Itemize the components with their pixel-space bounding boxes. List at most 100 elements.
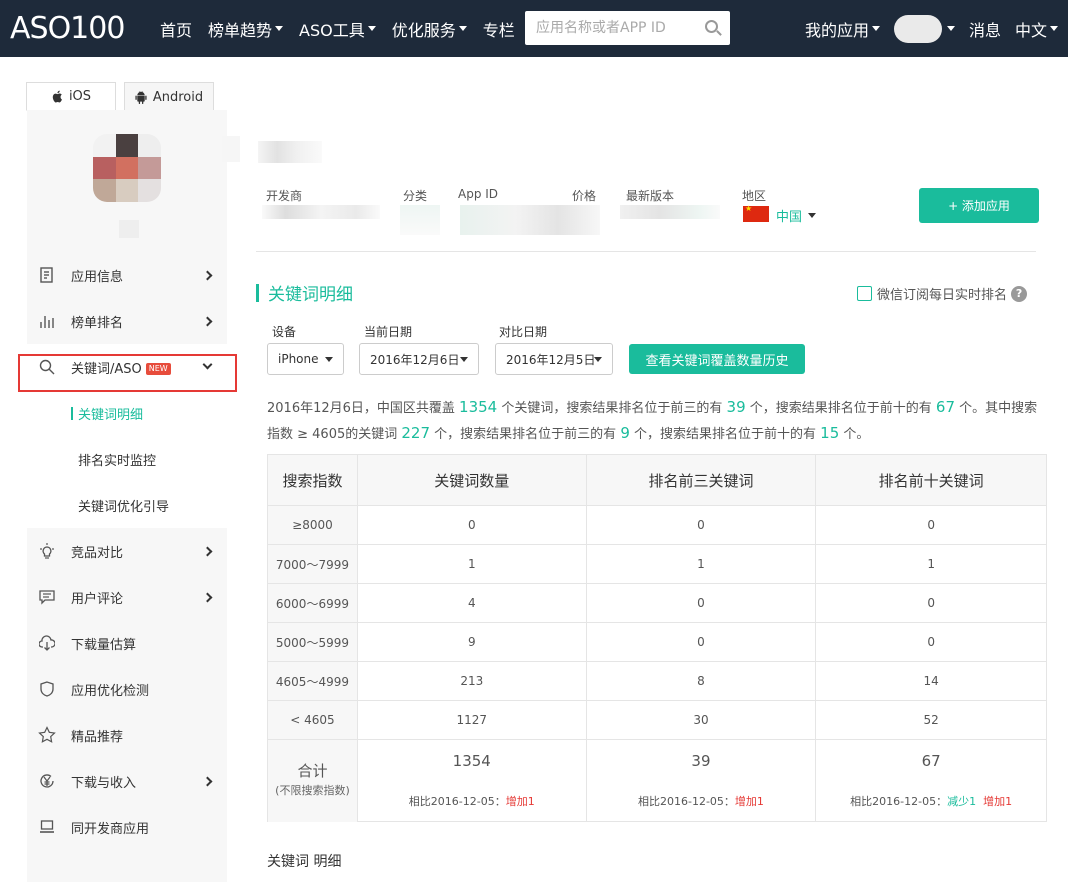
user-menu[interactable] [893, 14, 955, 43]
chevron-down-icon [275, 26, 284, 31]
compare-date-value: 2016年12月5日 [506, 352, 596, 367]
keyword-summary: 2016年12月6日，中国区共覆盖 1354 个关键词，搜索结果排名位于前三的有… [267, 395, 1039, 447]
search-input[interactable] [525, 13, 695, 43]
tab-android[interactable]: Android [124, 82, 214, 111]
aso100-logo[interactable]: ASO100 [10, 11, 125, 46]
device-label: 设备 [272, 325, 297, 339]
summary-total-keywords: 1354 [459, 398, 498, 416]
chevron-down-icon [871, 26, 880, 31]
sidebar-item-same-developer[interactable]: 同开发商应用 [27, 804, 227, 850]
caret-down-icon [460, 357, 468, 362]
subitem-label: 关键词优化引导 [78, 499, 170, 515]
region-select[interactable]: 中国 [776, 206, 817, 225]
subitem-label: 排名实时监控 [78, 453, 157, 469]
wechat-subscribe[interactable]: 微信订阅每日实时排名 ? [857, 284, 1028, 303]
table-cell: 0 [815, 505, 1047, 545]
device-select[interactable]: iPhone [267, 343, 344, 375]
table-cell: ≥8000 [267, 505, 358, 545]
messages-link[interactable]: 消息 [969, 17, 1001, 41]
nav-home-label: 首页 [160, 20, 193, 40]
sidebar-item-featured[interactable]: 精品推荐 [27, 712, 227, 758]
app-id-label: App ID [458, 187, 499, 201]
current-date-select[interactable]: 2016年12月6日 [359, 343, 479, 375]
main-nav: 首页 榜单趋势 ASO工具 优化服务 专栏 [160, 0, 531, 57]
sidebar-item-chart-rank[interactable]: 榜单排名 [27, 298, 227, 344]
nav-chart-trends[interactable]: 榜单趋势 [208, 17, 284, 41]
region-value: 中国 [776, 210, 803, 225]
sidebar-item-app-info[interactable]: 应用信息 [27, 252, 227, 298]
column-header: 排名前十关键词 [815, 454, 1047, 506]
sidebar-subitem-rank-monitor[interactable]: 排名实时监控 [27, 436, 227, 482]
app-icon-image [93, 134, 161, 202]
table-row: 6000～6999 4 0 0 [267, 583, 1047, 623]
search-icon[interactable] [705, 20, 718, 33]
summary-high-index-top3: 9 [620, 424, 630, 442]
compare-cell: 相比2016-12-05：增加1 [356, 781, 587, 822]
table-row: 4605～4999 213 8 14 [267, 661, 1047, 701]
app-title-blur [258, 141, 322, 163]
add-app-button[interactable]: + 添加应用 [919, 188, 1039, 223]
summary-text: 个关键词，搜索结果排名位于前三的有 [501, 401, 723, 416]
subitem-label: 关键词明细 [78, 407, 144, 423]
version-label: 最新版本 [626, 189, 675, 203]
sidebar-item-download-estimate[interactable]: 下载量估算 [27, 620, 227, 666]
nav-aso-tools[interactable]: ASO工具 [299, 17, 376, 41]
language-menu[interactable]: 中文 [1015, 17, 1058, 41]
table-cell: < 4605 [267, 700, 358, 740]
current-date-value: 2016年12月6日 [370, 352, 460, 367]
column-header: 搜索指数 [267, 454, 358, 506]
table-cell: 0 [585, 583, 817, 623]
table-cell: 9 [356, 622, 587, 662]
table-cell: 52 [815, 700, 1047, 740]
sidebar-item-label: 应用优化检测 [71, 683, 150, 699]
table-row: < 4605 1127 30 52 [267, 700, 1047, 740]
app-search-box [525, 11, 730, 45]
device-value: iPhone [278, 352, 319, 366]
sidebar-item-download-revenue[interactable]: 下载与收入 [27, 758, 227, 804]
total-keywords: 1354 [356, 739, 587, 782]
nav-column[interactable]: 专栏 [483, 17, 515, 41]
table-cell: 4605～4999 [267, 661, 358, 701]
chevron-right-icon [202, 270, 213, 280]
sidebar-item-reviews[interactable]: 用户评论 [27, 574, 227, 620]
star-icon [38, 726, 56, 744]
summary-text: 2016年12月6日，中国区共覆盖 [267, 401, 455, 416]
compare-cell: 相比2016-12-05：减少1 增加1 [815, 781, 1047, 822]
chevron-down-icon [946, 26, 955, 31]
my-apps-menu[interactable]: 我的应用 [805, 17, 880, 41]
table-cell: 7000～7999 [267, 544, 358, 584]
table-cell: 1 [356, 544, 587, 584]
nav-optimization-label: 优化服务 [391, 20, 456, 40]
column-header: 关键词数量 [356, 454, 587, 506]
table-cell: 0 [815, 622, 1047, 662]
caret-down-icon [594, 357, 602, 362]
bar-chart-icon [38, 312, 56, 330]
help-icon[interactable]: ? [1011, 285, 1028, 302]
wechat-subscribe-checkbox[interactable] [857, 286, 872, 301]
nav-optimization-service[interactable]: 优化服务 [392, 17, 467, 41]
nav-column-label: 专栏 [482, 20, 515, 40]
sidebar: 应用信息 榜单排名 关键词/ASO NEW 关键词明细 排名实时监控 关键词优化引… [27, 110, 227, 882]
compare-date-select[interactable]: 2016年12月5日 [495, 343, 613, 375]
tab-android-label: Android [152, 89, 204, 105]
sidebar-item-optimization-check[interactable]: 应用优化检测 [27, 666, 227, 712]
caret-down-icon [808, 213, 817, 218]
nav-chart-trends-label: 榜单趋势 [208, 20, 273, 40]
chevron-right-icon [202, 776, 213, 786]
category-value-blur [400, 205, 440, 235]
china-flag-icon [743, 204, 769, 222]
keyword-history-button[interactable]: 查看关键词覆盖数量历史 [629, 344, 805, 374]
app-name-blur [222, 136, 240, 162]
tab-ios[interactable]: iOS [26, 82, 116, 111]
sidebar-subitem-keyword-detail[interactable]: 关键词明细 [27, 390, 227, 436]
sidebar-item-competitor[interactable]: 竞品对比 [27, 528, 227, 574]
table-compare-row: 相比2016-12-05：增加1 相比2016-12-05：增加1 相比2016… [268, 781, 1047, 822]
sidebar-item-label: 榜单排名 [71, 315, 124, 331]
sidebar-subitem-keyword-guide[interactable]: 关键词优化引导 [27, 482, 227, 528]
compare-cell: 相比2016-12-05：增加1 [585, 781, 817, 822]
table-cell: 0 [585, 622, 817, 662]
table-header-row: 搜索指数 关键词数量 排名前三关键词 排名前十关键词 [267, 454, 1047, 506]
nav-home[interactable]: 首页 [160, 17, 192, 41]
region-label: 地区 [742, 189, 767, 203]
total-label-cell: 合计 (不限搜索指数) [267, 739, 358, 822]
